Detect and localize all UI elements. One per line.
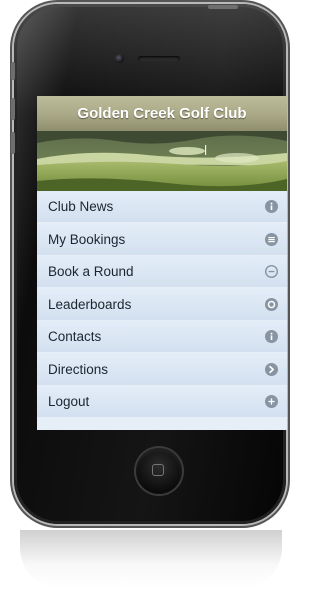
menu-item-contacts[interactable]: Contacts xyxy=(37,321,287,352)
menu-item-leaderboards[interactable]: Leaderboards xyxy=(37,288,287,320)
menu-item-label: Book a Round xyxy=(48,264,134,279)
mute-switch[interactable] xyxy=(11,62,15,80)
phone-reflection xyxy=(20,530,282,588)
app-header: Golden Creek Golf Club xyxy=(37,96,287,131)
menu-item-label: Directions xyxy=(48,361,109,377)
list-icon xyxy=(265,232,278,246)
menu-item-label: Logout xyxy=(48,394,90,409)
menu-item-label: Leaderboards xyxy=(48,296,132,312)
menu-item-logout[interactable]: Logout xyxy=(37,386,287,417)
front-camera xyxy=(115,54,124,63)
menu-item-my-bookings[interactable]: My Bookings xyxy=(37,223,287,255)
menu-item-directions[interactable]: Directions xyxy=(37,353,287,385)
earpiece-speaker xyxy=(138,56,180,62)
volume-down-button[interactable] xyxy=(11,132,15,154)
menu-item-label: My Bookings xyxy=(48,231,126,247)
main-menu: Club News My Bookings Book a Round Leade… xyxy=(37,191,287,417)
menu-item-club-news[interactable]: Club News xyxy=(37,191,287,222)
menu-item-label: Club News xyxy=(48,199,114,214)
home-square-icon xyxy=(152,464,164,476)
golf-course-image xyxy=(37,131,287,191)
plus-icon xyxy=(265,395,278,408)
menu-item-book-a-round[interactable]: Book a Round xyxy=(37,256,287,287)
menu-item-label: Contacts xyxy=(48,329,102,344)
minus-icon xyxy=(265,265,278,278)
home-button[interactable] xyxy=(136,448,182,494)
volume-up-button[interactable] xyxy=(11,98,15,120)
golf-course-banner xyxy=(37,131,287,191)
app-screen: Golden Creek Golf Club Club News My Book… xyxy=(37,96,287,430)
arrow-right-icon xyxy=(265,362,278,376)
info-icon xyxy=(265,330,278,343)
power-button[interactable] xyxy=(208,5,238,9)
info-icon xyxy=(265,200,278,213)
app-title: Golden Creek Golf Club xyxy=(77,105,247,122)
circle-icon xyxy=(265,297,278,311)
